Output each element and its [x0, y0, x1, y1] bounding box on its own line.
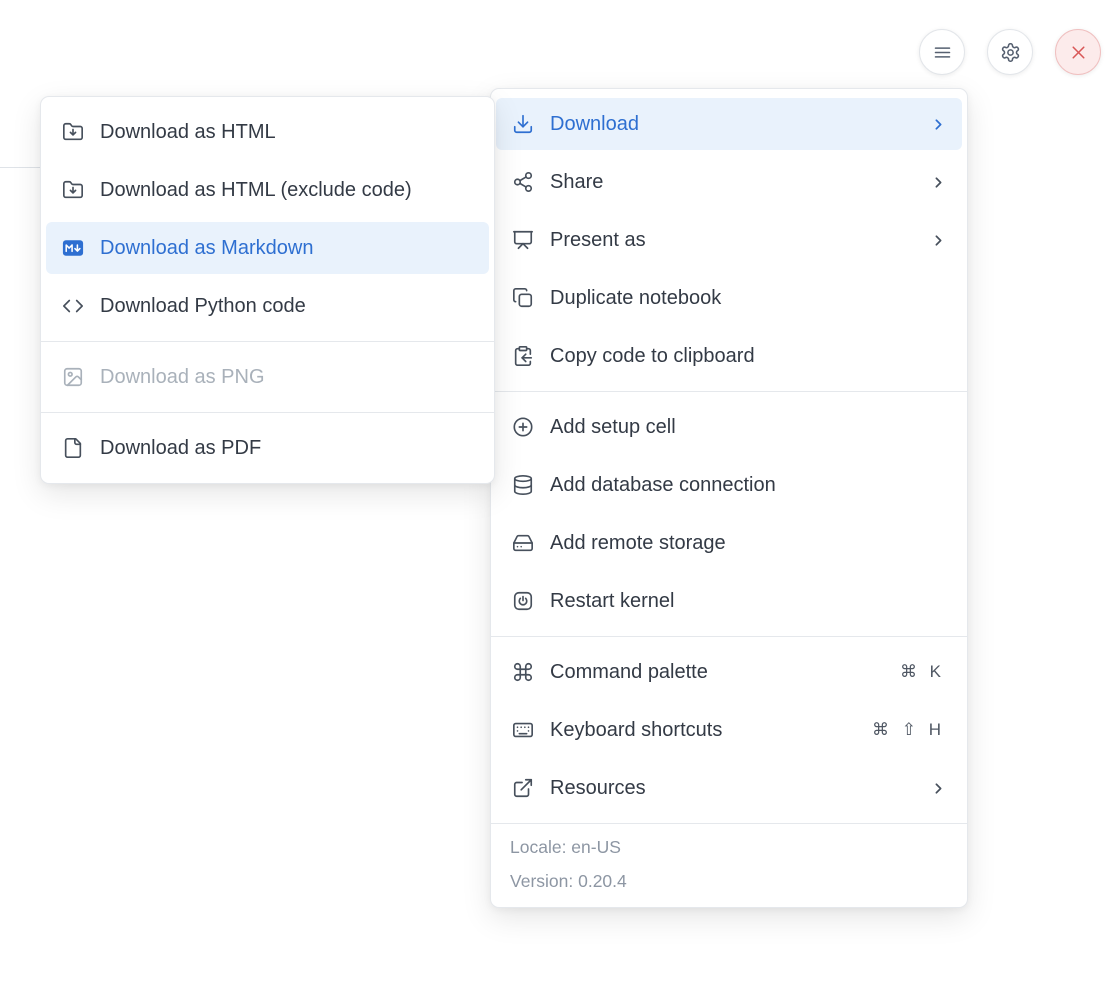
menu-item-present-as[interactable]: Present as — [496, 214, 962, 266]
menu-item-label: Download Python code — [100, 295, 474, 318]
submenu-item-download-as-markdown[interactable]: Download as Markdown — [46, 222, 489, 274]
menu-item-label: Download as PNG — [100, 366, 474, 389]
menu-item-add-setup-cell[interactable]: Add setup cell — [496, 401, 962, 453]
code-icon — [61, 294, 85, 318]
notebook-toolbar — [919, 29, 1101, 75]
power-icon — [511, 589, 535, 613]
menu-item-label: Restart kernel — [550, 590, 947, 613]
hamburger-icon — [932, 42, 953, 63]
close-button[interactable] — [1055, 29, 1101, 75]
gear-icon — [1000, 42, 1021, 63]
notebook-menu-dropdown: Download Share Present as Duplicate noteboo… — [490, 88, 968, 908]
menu-separator — [491, 391, 967, 392]
version-text: Version: 0.20.4 — [510, 871, 948, 892]
menu-item-label: Download as HTML — [100, 121, 474, 144]
locale-text: Locale: en-US — [510, 837, 948, 858]
menu-item-label: Download as PDF — [100, 437, 474, 460]
download-submenu: Download as HTML Download as HTML (exclud… — [40, 96, 495, 484]
menu-item-label: Resources — [550, 777, 915, 800]
presentation-icon — [511, 228, 535, 252]
markdown-badge-icon — [61, 236, 85, 260]
keyboard-shortcut-hint: ⌘ ⇧ H — [872, 720, 945, 740]
notebook-menu-items: Download Share Present as Duplicate noteboo… — [491, 89, 967, 823]
file-icon — [61, 436, 85, 460]
submenu-item-download-as-png: Download as PNG — [46, 351, 489, 403]
menu-item-label: Add remote storage — [550, 532, 947, 555]
menu-item-share[interactable]: Share — [496, 156, 962, 208]
menu-item-label: Share — [550, 171, 915, 194]
menu-item-label: Keyboard shortcuts — [550, 719, 857, 742]
menu-item-label: Download as HTML (exclude code) — [100, 179, 474, 202]
settings-button[interactable] — [987, 29, 1033, 75]
share-icon — [511, 170, 535, 194]
submenu-item-download-as-html-exclude-code[interactable]: Download as HTML (exclude code) — [46, 164, 489, 216]
clipboard-copy-icon — [511, 344, 535, 368]
menu-item-download[interactable]: Download — [496, 98, 962, 150]
chevron-right-icon — [930, 116, 947, 133]
folder-down-icon — [61, 120, 85, 144]
menu-item-copy-code-to-clipboard[interactable]: Copy code to clipboard — [496, 330, 962, 382]
submenu-item-download-as-html[interactable]: Download as HTML — [46, 106, 489, 158]
submenu-item-download-python-code[interactable]: Download Python code — [46, 280, 489, 332]
hard-drive-icon — [511, 531, 535, 555]
chevron-right-icon — [930, 780, 947, 797]
menu-item-label: Download as Markdown — [100, 237, 474, 260]
menu-item-resources[interactable]: Resources — [496, 762, 962, 814]
duplicate-icon — [511, 286, 535, 310]
menu-separator — [491, 636, 967, 637]
menu-item-add-remote-storage[interactable]: Add remote storage — [496, 517, 962, 569]
notebook-menu-button[interactable] — [919, 29, 965, 75]
keyboard-shortcut-hint: ⌘ K — [900, 662, 945, 682]
menu-item-duplicate-notebook[interactable]: Duplicate notebook — [496, 272, 962, 324]
command-icon — [511, 660, 535, 684]
external-link-icon — [511, 776, 535, 800]
submenu-item-download-as-pdf[interactable]: Download as PDF — [46, 422, 489, 474]
menu-item-label: Duplicate notebook — [550, 287, 947, 310]
menu-separator — [41, 412, 494, 413]
menu-item-label: Command palette — [550, 661, 885, 684]
menu-item-label: Copy code to clipboard — [550, 345, 947, 368]
menu-item-command-palette[interactable]: Command palette ⌘ K — [496, 646, 962, 698]
download-icon — [511, 112, 535, 136]
chevron-right-icon — [930, 232, 947, 249]
menu-item-label: Add setup cell — [550, 416, 947, 439]
x-icon — [1068, 42, 1089, 63]
background-cell-border — [0, 167, 42, 168]
menu-item-label: Add database connection — [550, 474, 947, 497]
keyboard-icon — [511, 718, 535, 742]
chevron-right-icon — [930, 174, 947, 191]
menu-item-add-database-connection[interactable]: Add database connection — [496, 459, 962, 511]
plus-circle-icon — [511, 415, 535, 439]
download-submenu-items: Download as HTML Download as HTML (exclud… — [41, 97, 494, 483]
database-icon — [511, 473, 535, 497]
menu-item-keyboard-shortcuts[interactable]: Keyboard shortcuts ⌘ ⇧ H — [496, 704, 962, 756]
menu-item-label: Download — [550, 113, 915, 136]
menu-footer: Locale: en-US Version: 0.20.4 — [491, 823, 967, 907]
image-icon — [61, 365, 85, 389]
folder-down-icon — [61, 178, 85, 202]
menu-item-restart-kernel[interactable]: Restart kernel — [496, 575, 962, 627]
menu-item-label: Present as — [550, 229, 915, 252]
menu-separator — [41, 341, 494, 342]
